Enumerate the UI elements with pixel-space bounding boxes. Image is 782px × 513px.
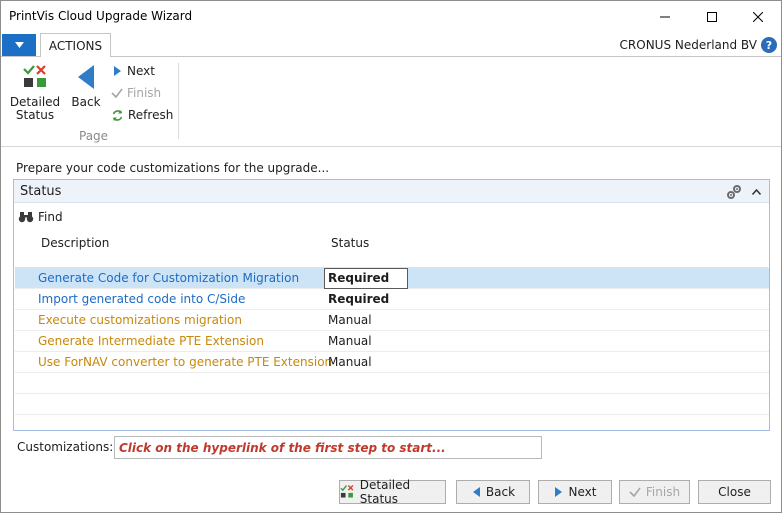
close-window-button[interactable] xyxy=(735,1,781,32)
step-link[interactable]: Generate Code for Customization Migratio… xyxy=(38,271,299,285)
ribbon-group-label: Page xyxy=(79,129,109,143)
minimize-button[interactable] xyxy=(642,1,688,32)
help-icon[interactable]: ? xyxy=(761,37,777,53)
collapse-chevron-icon[interactable] xyxy=(752,189,761,195)
wizard-window: PrintVis Cloud Upgrade Wizard ACTIONS CR… xyxy=(0,0,782,513)
back-arrow-icon xyxy=(78,65,94,89)
next-small-icon xyxy=(554,487,562,497)
maximize-icon xyxy=(707,11,717,22)
refresh-ribbon-label: Refresh xyxy=(128,108,174,122)
step-link[interactable]: Execute customizations migration xyxy=(38,313,242,327)
company-name[interactable]: CRONUS Nederland BV xyxy=(620,38,757,52)
ribbon-tab-row: ACTIONS CRONUS Nederland BV ? xyxy=(1,33,781,58)
finish-button[interactable]: Finish xyxy=(619,480,690,504)
detailed-status-button[interactable]: Detailed Status xyxy=(9,63,61,122)
detailed-status-small-icon xyxy=(340,485,354,498)
window-title: PrintVis Cloud Upgrade Wizard xyxy=(9,9,193,23)
settings-icon[interactable] xyxy=(726,184,742,200)
next-button[interactable]: Next xyxy=(538,480,612,504)
checkmark-icon xyxy=(111,88,123,99)
status-value: Manual xyxy=(328,355,372,369)
empty-row xyxy=(15,373,769,394)
status-panel-title: Status xyxy=(20,184,62,199)
empty-row xyxy=(15,394,769,415)
app-menu-button[interactable] xyxy=(2,34,36,56)
step-link[interactable]: Use ForNAV converter to generate PTE Ext… xyxy=(38,355,332,369)
back-small-icon xyxy=(472,487,480,497)
table-row[interactable]: Generate Code for Customization Migratio… xyxy=(15,268,769,289)
status-value: Manual xyxy=(328,313,372,327)
binoculars-icon xyxy=(18,212,34,223)
table-row[interactable]: Import generated code into C/Side Requir… xyxy=(15,289,769,310)
instruction-text: Prepare your code customizations for the… xyxy=(16,161,330,175)
status-value: Required xyxy=(328,292,390,306)
panel-tools xyxy=(726,184,761,200)
close-button[interactable]: Close xyxy=(698,480,771,504)
status-panel: Status Find Description Status Generate … xyxy=(13,179,770,431)
finish-check-icon xyxy=(629,487,641,498)
status-panel-header: Status xyxy=(14,180,769,203)
finish-label: Finish xyxy=(645,485,681,499)
next-arrow-icon xyxy=(114,66,121,76)
find-label: Find xyxy=(38,210,63,224)
next-ribbon-label: Next xyxy=(127,64,155,78)
next-ribbon-button[interactable]: Next xyxy=(111,64,155,78)
dropdown-arrow-icon xyxy=(14,42,24,48)
refresh-icon xyxy=(112,109,123,121)
table-row[interactable]: Execute customizations migration Manual xyxy=(15,310,769,331)
column-header-description[interactable]: Description xyxy=(41,236,109,250)
step-link[interactable]: Import generated code into C/Side xyxy=(38,292,245,306)
detailed-status-footer-button[interactable]: Detailed Status xyxy=(339,478,446,506)
finish-ribbon-button[interactable]: Finish xyxy=(111,86,161,100)
ribbon: Detailed Status Back Next Finish Refresh xyxy=(1,57,781,147)
close-label: Close xyxy=(718,485,751,499)
detailed-status-icon xyxy=(23,65,46,87)
maximize-button[interactable] xyxy=(689,1,735,32)
status-value: Required xyxy=(328,271,390,285)
customizations-field[interactable]: Click on the hyperlink of the first step… xyxy=(114,436,542,459)
next-label: Next xyxy=(568,485,597,499)
customizations-value: Click on the hyperlink of the first step… xyxy=(119,441,446,455)
detailed-status-footer-label: Detailed Status xyxy=(359,478,411,506)
detailed-status-label: Detailed Status xyxy=(9,95,61,122)
table-row[interactable]: Generate Intermediate PTE Extension Manu… xyxy=(15,331,769,352)
tab-actions[interactable]: ACTIONS xyxy=(40,33,111,58)
title-bar: PrintVis Cloud Upgrade Wizard xyxy=(1,1,781,33)
back-label: Back xyxy=(485,485,516,499)
back-ribbon-button[interactable]: Back xyxy=(69,63,103,109)
customizations-label: Customizations: xyxy=(17,440,114,454)
step-link[interactable]: Generate Intermediate PTE Extension xyxy=(38,334,264,348)
table-row[interactable]: Use ForNAV converter to generate PTE Ext… xyxy=(15,352,769,373)
find-button[interactable]: Find xyxy=(18,210,63,224)
status-value: Manual xyxy=(328,334,372,348)
minimize-icon xyxy=(660,16,670,17)
back-ribbon-label: Back xyxy=(71,95,101,109)
refresh-ribbon-button[interactable]: Refresh xyxy=(111,108,173,122)
back-button[interactable]: Back xyxy=(456,480,530,504)
finish-ribbon-label: Finish xyxy=(127,86,162,100)
column-header-status[interactable]: Status xyxy=(331,236,369,250)
close-icon xyxy=(753,11,763,22)
ribbon-group-separator xyxy=(178,63,179,139)
